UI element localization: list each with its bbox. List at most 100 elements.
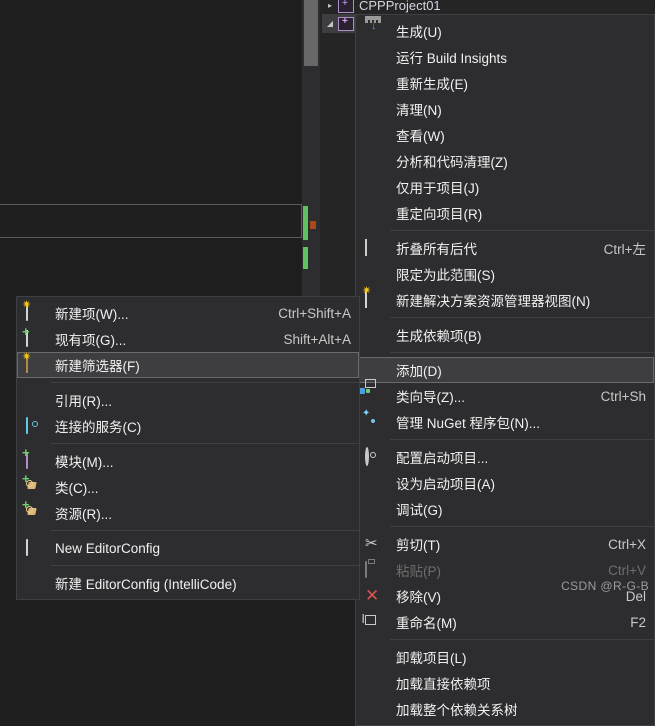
menu-item-20[interactable]: 设为启动项目(A) — [356, 470, 654, 496]
menu-item-label: 配置启动项目... — [396, 451, 489, 466]
nuget-icon: ✦ — [362, 408, 371, 419]
remove-icon: ✕ — [365, 586, 380, 605]
menu-item-23[interactable]: ✂ 剪切(T) Ctrl+X — [356, 531, 654, 557]
menu-separator — [390, 526, 654, 527]
menu-item-6[interactable]: 仅用于项目(J) — [356, 174, 654, 200]
menu-item-shortcut: Ctrl+V — [608, 562, 646, 578]
menu-item-icon-slot — [17, 535, 51, 561]
menu-item-label: 引用(R)... — [55, 394, 112, 409]
menu-item-icon-slot: ✂ — [356, 531, 390, 557]
menu-item-shortcut: Ctrl+左 — [603, 242, 646, 257]
menu-item-15[interactable]: 添加(D) — [356, 357, 654, 383]
menu-separator — [390, 317, 654, 318]
menu-item-2[interactable]: 重新生成(E) — [356, 70, 654, 96]
menu-item-icon-slot — [356, 96, 390, 122]
menu-item-icon-slot — [356, 322, 390, 348]
add-submenu: ✷ 新建项(W)... Ctrl+Shift+A + 现有项(G)... Shift+Al… — [16, 296, 360, 600]
menu-item-label: 加载整个依赖关系树 — [396, 703, 518, 718]
menu-item-label: New EditorConfig — [55, 540, 161, 556]
no-icon — [365, 153, 381, 169]
menu-item-icon-slot — [356, 644, 390, 670]
menu-item-label: 卸载项目(L) — [396, 651, 467, 666]
menu-item-label: 查看(W) — [396, 129, 445, 144]
menu-item-7[interactable]: + 模块(M)... — [17, 446, 359, 474]
menu-item-label: 类(C)... — [55, 481, 99, 496]
existing-item-icon: + — [22, 325, 42, 347]
menu-item-label: 加载直接依赖项 — [396, 677, 491, 692]
menu-item-shortcut: F2 — [630, 614, 646, 630]
class-wizard-icon — [359, 379, 381, 404]
paste-icon — [365, 561, 381, 578]
no-icon — [365, 362, 381, 378]
menu-item-shortcut: Shift+Alt+A — [283, 331, 351, 347]
menu-item-label: 新建筛选器(F) — [55, 359, 140, 374]
menu-separator — [51, 382, 359, 383]
no-icon — [365, 49, 381, 65]
menu-item-1[interactable]: + 现有项(G)... Shift+Alt+A — [17, 325, 359, 352]
menu-item-2[interactable]: ✷ 新建筛选器(F) — [17, 352, 359, 378]
menu-item-16[interactable]: 类向导(Z)... Ctrl+Sh — [356, 379, 654, 409]
rename-icon — [365, 614, 381, 630]
menu-item-1[interactable]: 运行 Build Insights — [356, 44, 654, 70]
menu-item-10[interactable]: 限定为此范围(S) — [356, 261, 654, 287]
menu-item-label: 生成(U) — [396, 25, 442, 40]
menu-item-label: 新建 EditorConfig (IntelliCode) — [55, 577, 237, 592]
no-icon — [26, 575, 42, 591]
menu-item-30[interactable]: 加载整个依赖关系树 — [356, 696, 654, 722]
menu-item-4[interactable]: 查看(W) — [356, 122, 654, 148]
menu-item-7[interactable]: 重定向项目(R) — [356, 200, 654, 226]
menu-item-label: 新建解决方案资源管理器视图(N) — [396, 294, 591, 309]
menu-item-5[interactable]: 分析和代码清理(Z) — [356, 148, 654, 174]
build-icon: ↓ — [365, 16, 381, 39]
no-icon — [365, 101, 381, 117]
menu-item-icon-slot — [356, 557, 390, 583]
editor-highlighted-line — [0, 204, 302, 238]
menu-item-17[interactable]: ✦ 管理 NuGet 程序包(N)... — [356, 408, 654, 435]
menu-item-label: 清理(N) — [396, 103, 442, 118]
menu-item-11[interactable]: New EditorConfig — [17, 535, 359, 561]
menu-item-label: 模块(M)... — [55, 455, 114, 470]
project-context-menu: ↓ 生成(U) 运行 Build Insights 重新生成(E) 清理(N) 查看(W)… — [355, 14, 655, 726]
chevron-down-icon[interactable]: ◢ — [322, 16, 338, 32]
gear-icon — [365, 447, 381, 466]
menu-separator — [390, 639, 654, 640]
menu-item-5[interactable]: 连接的服务(C) — [17, 413, 359, 439]
menu-item-3[interactable]: 清理(N) — [356, 96, 654, 122]
menu-item-9[interactable]: + 资源(R)... — [17, 498, 359, 526]
menu-item-13[interactable]: 新建 EditorConfig (IntelliCode) — [17, 570, 359, 596]
menu-item-icon-slot — [356, 200, 390, 226]
cut-icon: ✂ — [365, 535, 378, 552]
menu-item-label: 仅用于项目(J) — [396, 181, 480, 196]
menu-item-21[interactable]: 调试(G) — [356, 496, 654, 522]
no-icon — [365, 701, 381, 717]
menu-item-label: 生成依赖项(B) — [396, 329, 482, 344]
menu-item-icon-slot: ✕ — [356, 583, 390, 609]
menu-item-icon-slot: ✷ — [17, 352, 51, 378]
menu-item-29[interactable]: 加载直接依赖项 — [356, 670, 654, 696]
menu-separator — [390, 439, 654, 440]
menu-item-9[interactable]: 折叠所有后代 Ctrl+左 — [356, 235, 654, 261]
editor-scrollbar-thumb[interactable] — [304, 0, 318, 66]
tree-item-label: CPPProject01 — [359, 0, 441, 13]
menu-item-0[interactable]: ✷ 新建项(W)... Ctrl+Shift+A — [17, 300, 359, 326]
chevron-right-icon[interactable]: ▸ — [322, 0, 338, 14]
no-icon — [365, 675, 381, 691]
menu-item-11[interactable]: ✷ 新建解决方案资源管理器视图(N) — [356, 286, 654, 313]
menu-item-4[interactable]: 引用(R)... — [17, 387, 359, 413]
menu-item-icon-slot — [356, 670, 390, 696]
tree-item-cppproject01[interactable]: ▸ CPPProject01 — [322, 0, 655, 15]
menu-item-icon-slot — [17, 570, 51, 596]
menu-item-0[interactable]: ↓ 生成(U) — [356, 16, 654, 44]
menu-item-28[interactable]: 卸载项目(L) — [356, 644, 654, 670]
menu-item-shortcut: Ctrl+Shift+A — [278, 305, 351, 321]
menu-item-26[interactable]: 重命名(M) F2 — [356, 609, 654, 635]
menu-item-icon-slot — [356, 174, 390, 200]
menu-item-8[interactable]: + 类(C)... — [17, 472, 359, 500]
menu-item-13[interactable]: 生成依赖项(B) — [356, 322, 654, 348]
menu-item-19[interactable]: 配置启动项目... — [356, 444, 654, 470]
menu-item-icon-slot: + — [17, 498, 51, 526]
connected-services-icon — [26, 417, 42, 434]
no-icon — [365, 205, 381, 221]
menu-item-label: 现有项(G)... — [55, 333, 127, 348]
menu-separator — [390, 352, 654, 353]
